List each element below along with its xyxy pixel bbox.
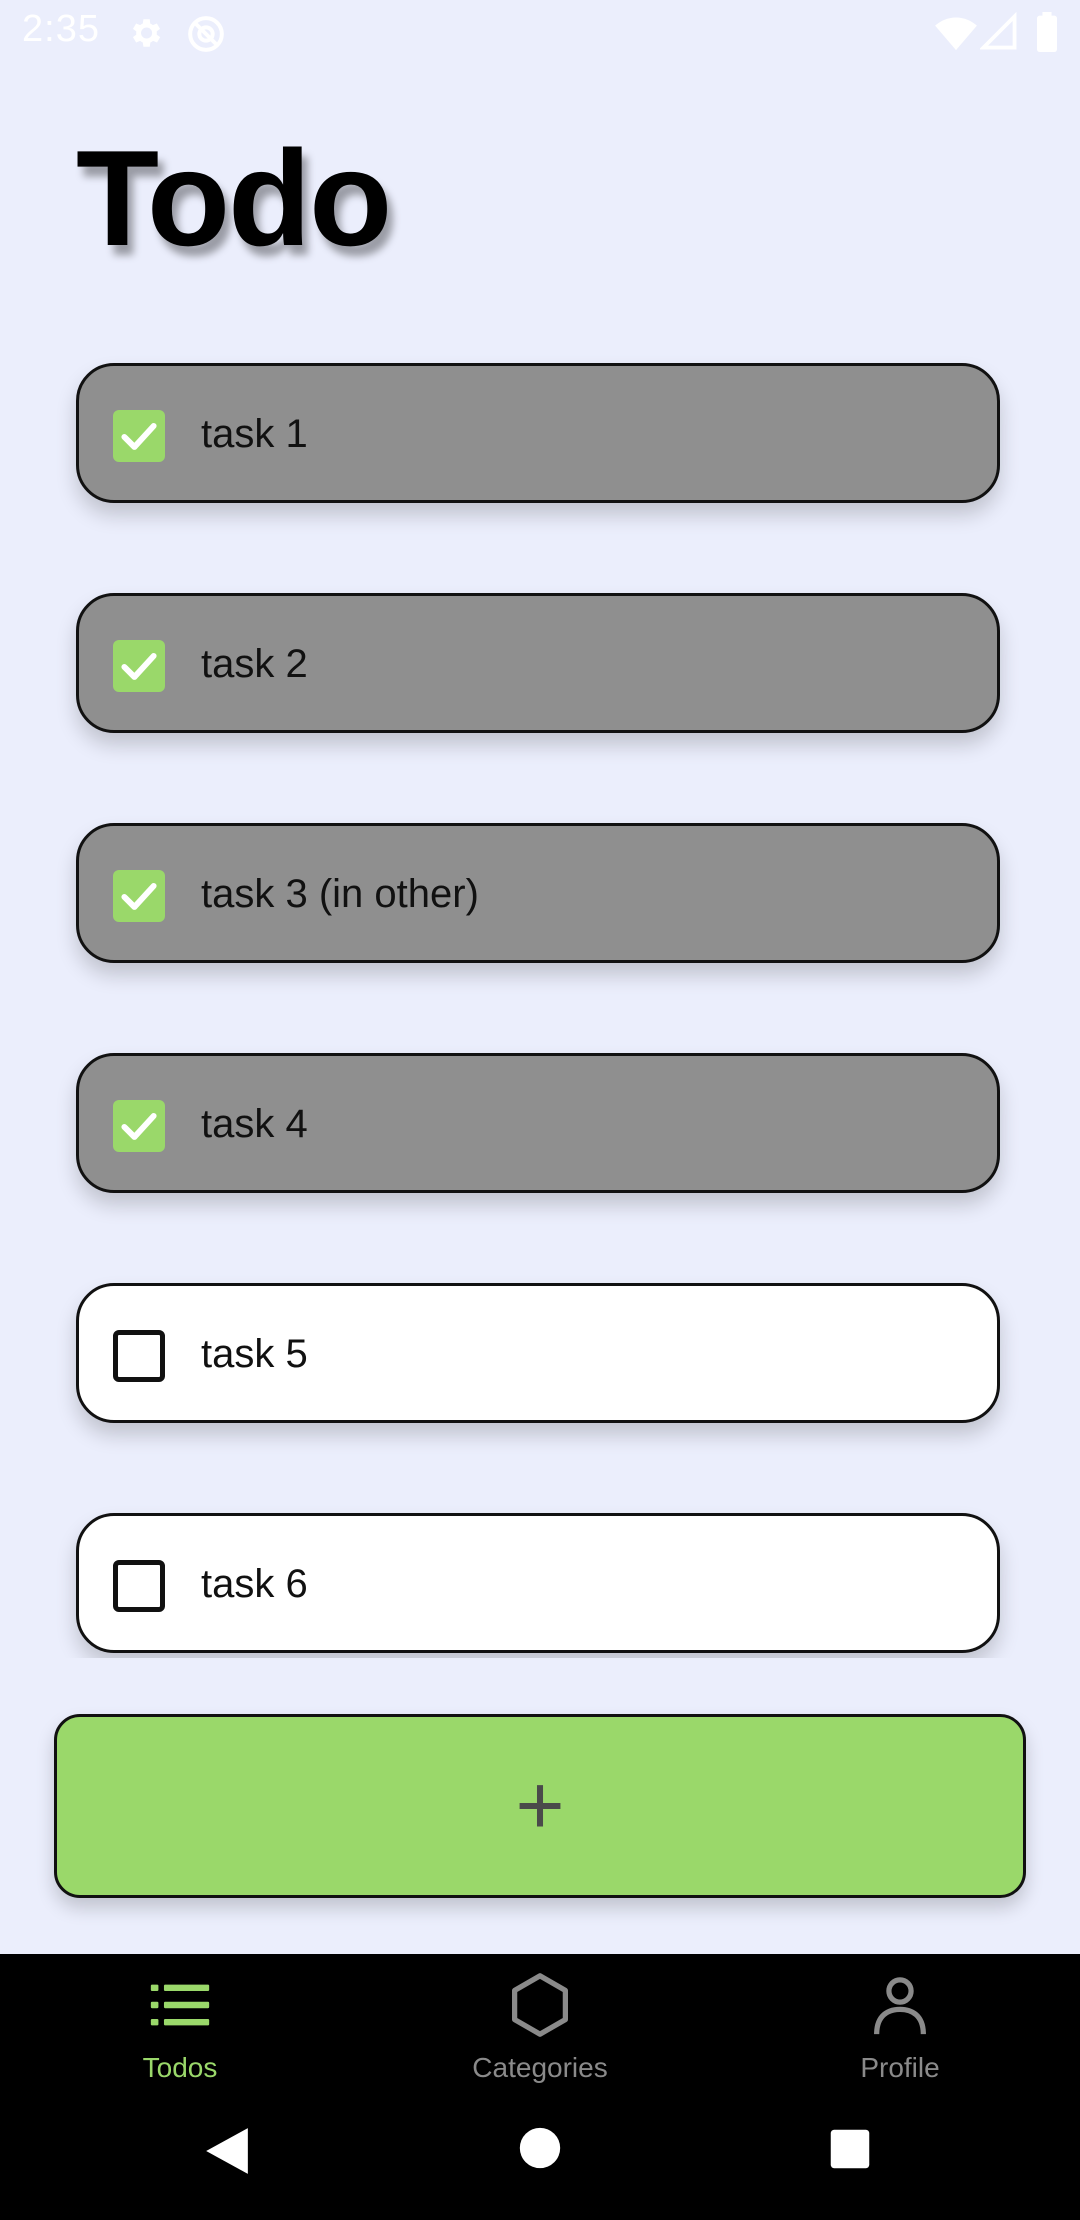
todo-item[interactable]: task 5 xyxy=(76,1283,1000,1423)
todo-label: task 1 xyxy=(201,412,308,456)
todo-item[interactable]: task 2 xyxy=(76,593,1000,733)
plus-icon: + xyxy=(515,1758,565,1852)
recents-icon[interactable] xyxy=(829,2128,871,2175)
signal-icon xyxy=(978,11,1018,57)
todo-label: task 4 xyxy=(201,1102,308,1146)
wifi-icon xyxy=(934,12,978,57)
add-todo-button[interactable]: + xyxy=(54,1714,1026,1898)
todo-label: task 5 xyxy=(201,1332,308,1376)
back-icon[interactable] xyxy=(202,2125,252,2182)
nav-label-todos: Todos xyxy=(142,2052,218,2083)
nav-label-profile: Profile xyxy=(860,2052,940,2083)
home-icon[interactable] xyxy=(518,2126,562,2175)
todo-label: task 3 (in other) xyxy=(201,872,479,916)
checkbox-unchecked[interactable] xyxy=(113,1560,165,1612)
status-time: 2:35 xyxy=(22,8,100,50)
todo-label: task 2 xyxy=(201,642,308,686)
page-title: Todo xyxy=(76,122,392,274)
todo-list[interactable]: task 1 task 2 task 3 (in other) task 4 task … xyxy=(0,340,1080,1658)
todo-item[interactable]: task 4 xyxy=(76,1053,1000,1193)
bottom-nav: Todos Categories Profile xyxy=(0,1954,1080,2220)
person-icon xyxy=(865,1970,935,2040)
hexagon-icon xyxy=(505,1970,575,2040)
todo-item[interactable]: task 3 (in other) xyxy=(76,823,1000,963)
nav-item-categories[interactable]: Categories xyxy=(390,1954,690,2104)
todo-item[interactable]: task 1 xyxy=(76,363,1000,503)
at-sign-icon xyxy=(186,14,226,59)
todo-label: task 6 xyxy=(201,1562,308,1606)
nav-label-categories: Categories xyxy=(472,2052,608,2083)
checkbox-checked[interactable] xyxy=(113,1100,165,1152)
status-bar: 2:35 xyxy=(0,0,1080,66)
list-icon xyxy=(145,1970,215,2040)
gear-icon xyxy=(126,14,164,57)
checkbox-unchecked[interactable] xyxy=(113,1330,165,1382)
battery-icon xyxy=(1036,12,1058,57)
checkbox-checked[interactable] xyxy=(113,410,165,462)
todo-item[interactable]: task 6 xyxy=(76,1513,1000,1653)
nav-item-todos[interactable]: Todos xyxy=(30,1954,330,2104)
nav-item-profile[interactable]: Profile xyxy=(750,1954,1050,2104)
checkbox-checked[interactable] xyxy=(113,640,165,692)
checkbox-checked[interactable] xyxy=(113,870,165,922)
